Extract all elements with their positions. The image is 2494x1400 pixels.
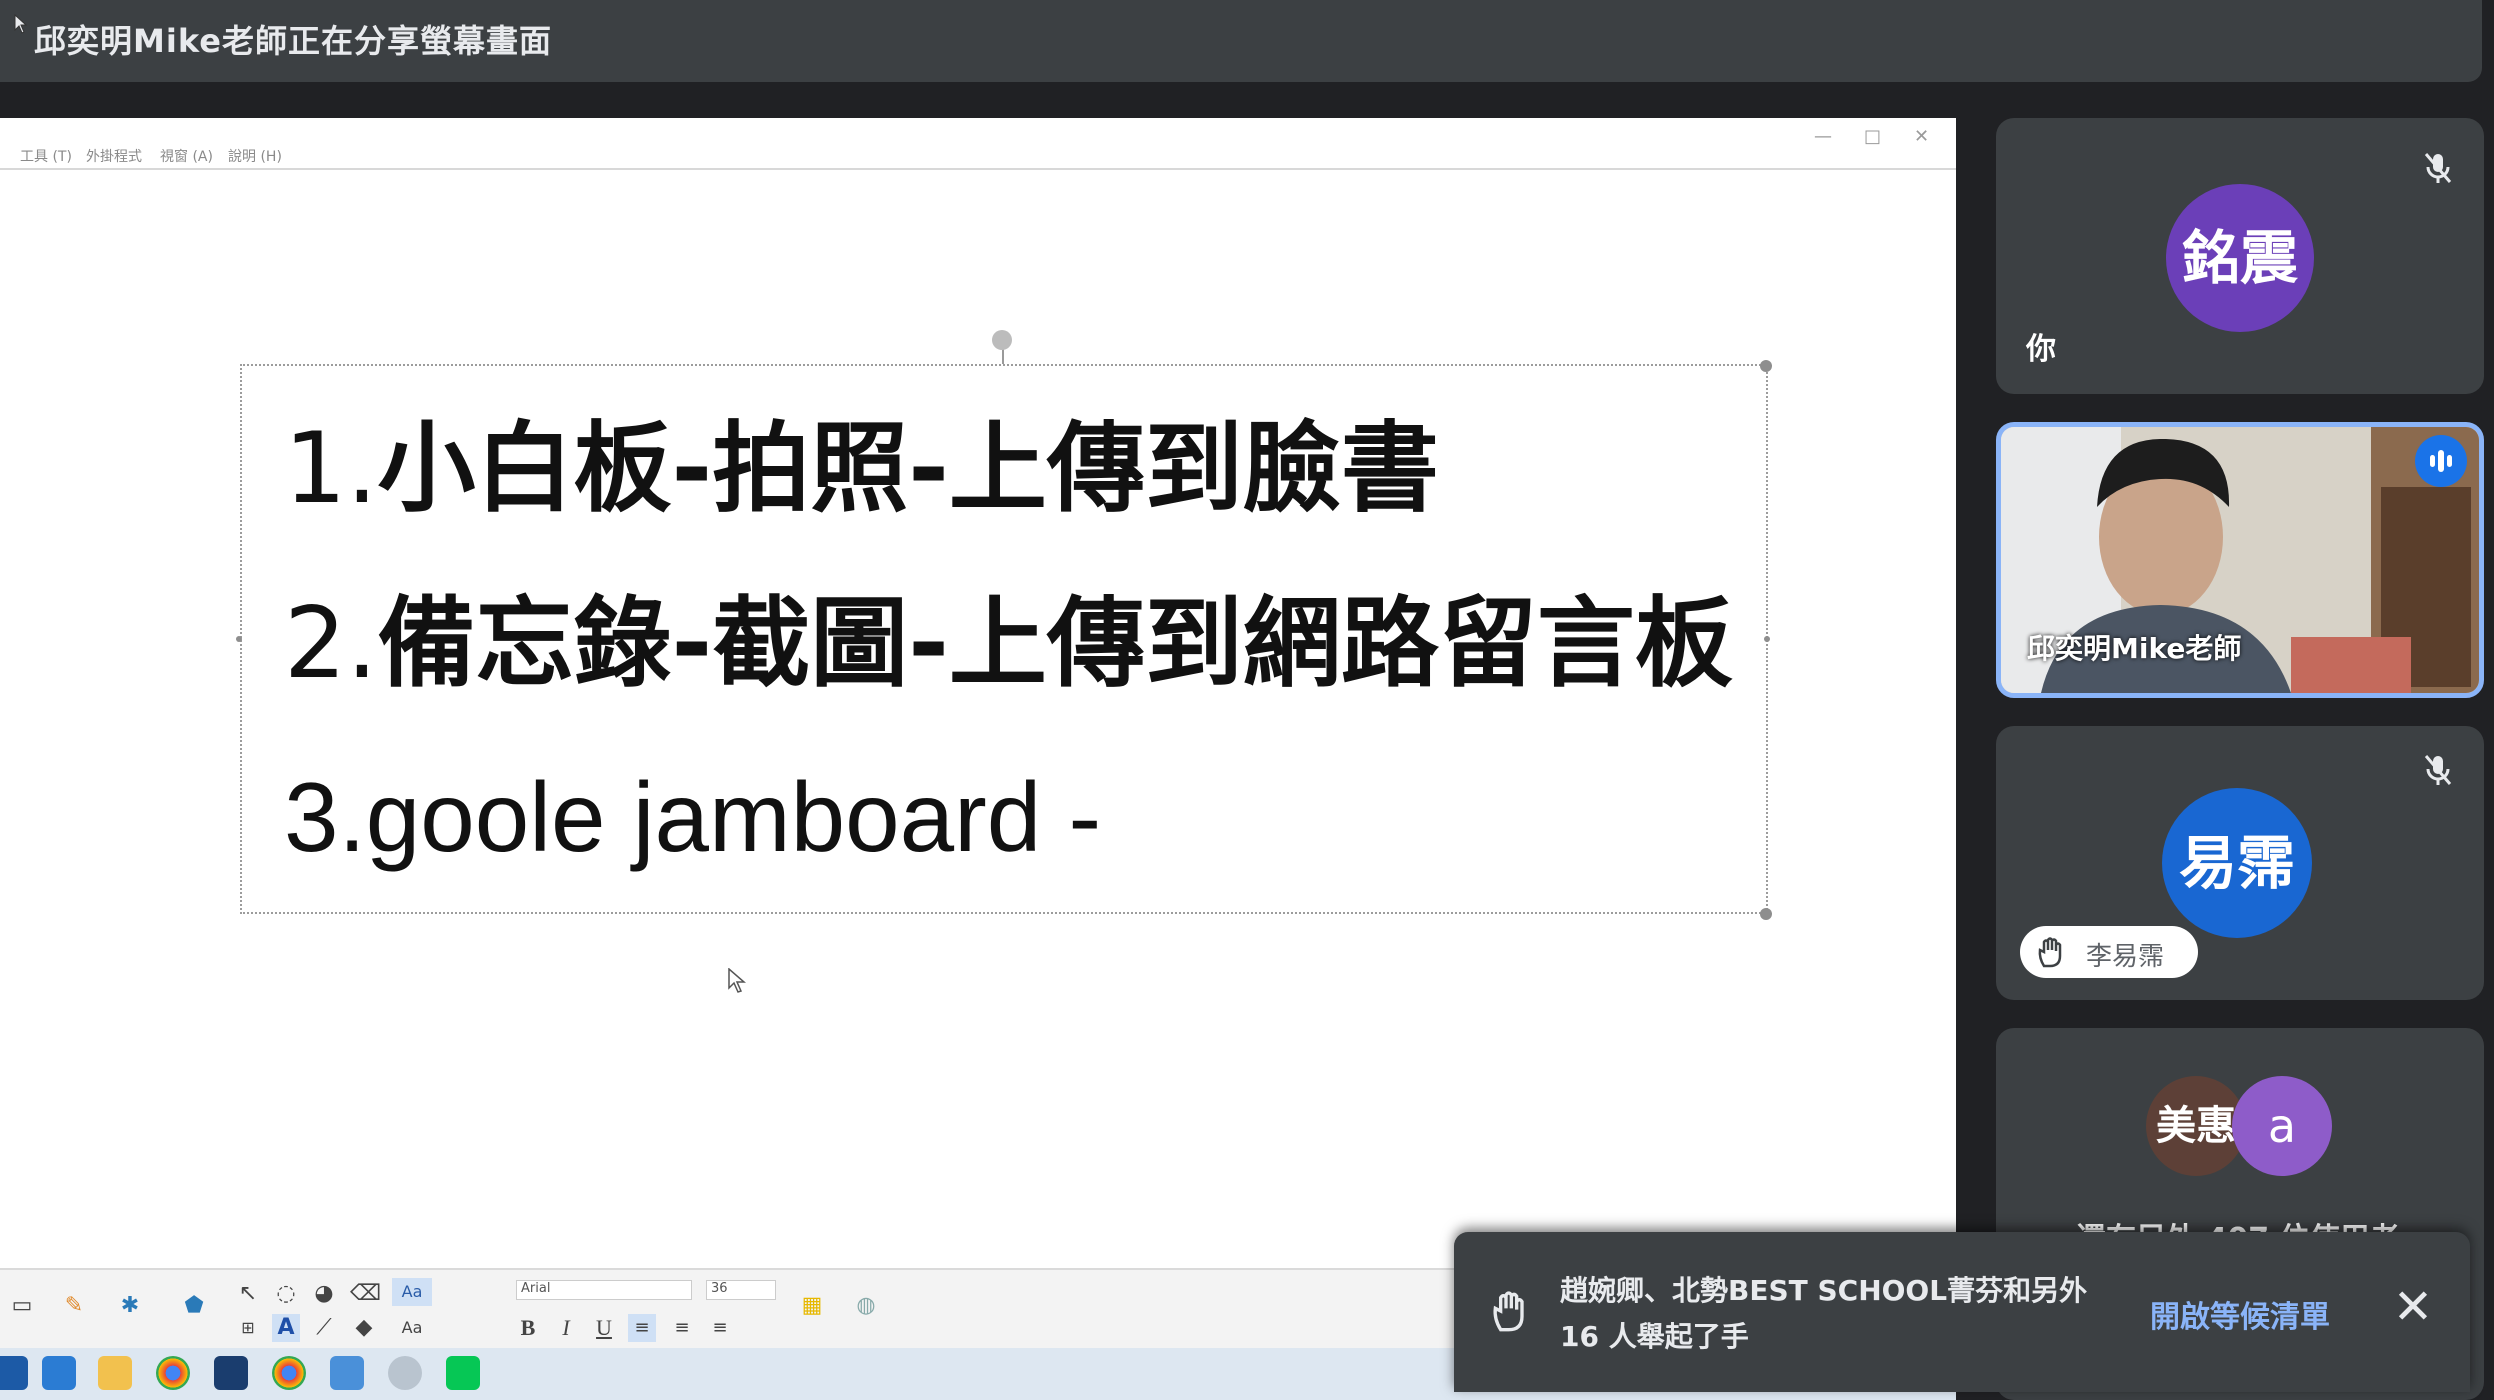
speaking-icon [2415,435,2467,487]
shape-icon[interactable]: ✱ [116,1292,144,1320]
align-left-button[interactable]: ≡ [628,1314,656,1342]
resize-handle[interactable] [1760,360,1772,372]
maximize-button[interactable]: □ [1864,126,1881,147]
line-text: 備忘錄-截圖-上傳到網路留言板 [377,587,1733,701]
mic-off-icon [2418,750,2458,790]
screen-icon[interactable]: ▭ [8,1292,36,1320]
font-family-select[interactable]: Arial [516,1280,692,1300]
font-style-button[interactable]: Aa [392,1278,432,1306]
avatar: a [2232,1076,2332,1176]
marker-icon[interactable]: ◆ [350,1314,378,1342]
raised-hand-chip: 李易霈 [2020,926,2198,978]
pen-icon[interactable]: ✎ [60,1292,88,1320]
text-tool-button[interactable]: A [272,1314,300,1342]
terminal-icon[interactable] [214,1356,248,1390]
line-icon[interactable]: ⟋ [310,1314,338,1342]
color-icon[interactable]: ▦ [798,1292,826,1320]
menu-help[interactable]: 說明 (H) [228,146,282,166]
background-icon[interactable]: ◍ [852,1292,880,1320]
underline-button[interactable]: U [590,1314,618,1342]
raised-hand-icon [2036,936,2066,972]
line-number: 2. [284,587,378,701]
close-icon[interactable]: ✕ [2388,1282,2438,1332]
window-close-button[interactable]: ✕ [1914,126,1929,147]
compass-icon[interactable] [388,1356,422,1390]
avatar: 美惠 [2146,1076,2246,1176]
font-size-select[interactable]: 36 [706,1280,776,1300]
eraser-icon[interactable]: ⌫ [350,1280,381,1308]
slide-line-3: 3.goole jamboard - [284,768,1101,866]
resize-handle[interactable] [1764,636,1770,642]
share-title: 邱奕明Mike老師正在分享螢幕畫面 [34,22,552,60]
pointer-icon [14,13,28,38]
align-right-button[interactable]: ≡ [706,1314,734,1342]
slide-line-2: 2.備忘錄-截圖-上傳到網路留言板 [284,595,1733,693]
mail-icon[interactable] [42,1356,76,1390]
slide-line-1: 1.小白板-拍照-上傳到臉書 [284,420,1439,518]
chrome-icon[interactable] [272,1356,306,1390]
app-icon[interactable] [0,1356,28,1390]
line-number: 1. [284,412,378,526]
whiteboard-icon[interactable] [330,1356,364,1390]
menu-tools[interactable]: 工具 (T) [20,146,72,166]
rotation-handle[interactable] [992,330,1012,350]
gallery-icon[interactable]: ⬟ [180,1292,208,1320]
folder-icon[interactable] [98,1356,132,1390]
mic-off-icon [2418,148,2458,188]
menu-window[interactable]: 視窗 (A) [160,146,213,166]
line-number: 3. [284,762,366,872]
raised-hand-name: 李易霈 [2086,942,2165,972]
avatar: 銘震 [2166,184,2314,332]
participant-name: 你 [2026,332,2056,367]
participant-name: 邱奕明Mike老師 [2027,632,2242,665]
italic-button[interactable]: I [552,1314,580,1342]
line-text: goole jamboard - [365,762,1102,872]
chrome-icon[interactable] [156,1356,190,1390]
app-menubar: 工具 (T) 外掛程式 視窗 (A) 說明 (H) — □ ✕ [0,118,1956,170]
avatar: 易霈 [2162,788,2312,938]
line-app-icon[interactable] [446,1356,480,1390]
resize-handle[interactable] [1760,908,1772,920]
lasso-icon[interactable]: ◌ [272,1280,300,1308]
raised-hand-icon [1490,1288,1530,1338]
minimize-button[interactable]: — [1814,126,1832,147]
notification-text: 趙婉卿、北勢BEST SCHOOL菁芬和另外 16 人舉起了手 [1560,1274,2088,1353]
fill-icon[interactable]: ◕ [310,1280,338,1308]
select-icon[interactable]: ↖ [234,1280,262,1308]
table-icon[interactable]: ⊞ [234,1314,262,1342]
align-center-button[interactable]: ≡ [668,1314,696,1342]
mouse-cursor-icon [728,967,747,998]
menu-plugins[interactable]: 外掛程式 [86,146,142,166]
bold-button[interactable]: B [514,1314,542,1342]
participant-tile-self[interactable]: 銘震 你 [1996,118,2484,394]
font-case-button[interactable]: Aa [392,1314,432,1342]
participant-tile-speaker[interactable]: 邱奕明Mike老師 [1996,422,2484,698]
open-queue-button[interactable]: 開啟等候清單 [2150,1292,2330,1336]
resize-handle[interactable] [236,636,242,642]
line-text: 小白板-拍照-上傳到臉書 [377,412,1439,526]
